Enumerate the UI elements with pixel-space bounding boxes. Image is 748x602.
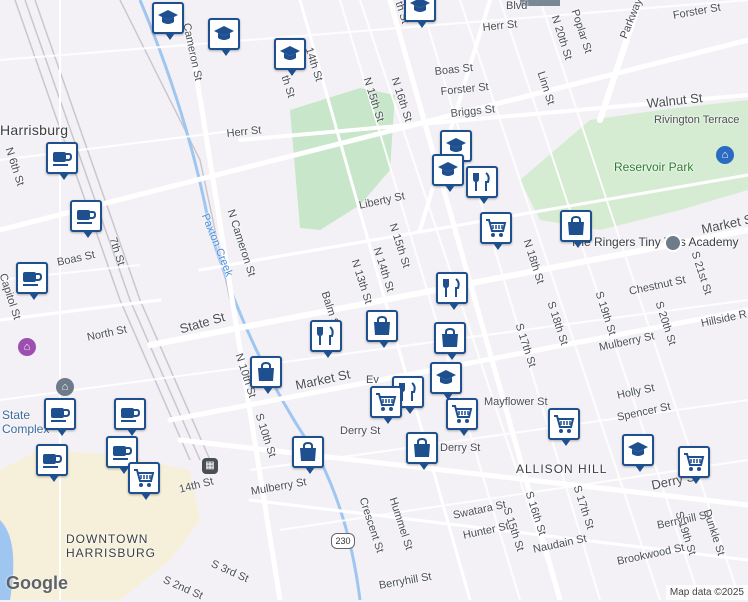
google-logo: Google [6, 573, 68, 593]
cafe-icon [74, 204, 98, 228]
restaurant-icon [440, 276, 464, 300]
shopping-icon [370, 314, 394, 338]
school-icon [278, 42, 302, 66]
cafe-icon [118, 402, 142, 426]
map-attribution[interactable]: Map data ©2025 [665, 585, 748, 600]
map-pin-school[interactable] [622, 434, 654, 472]
shopping-icon [296, 440, 320, 464]
district-downtown: DOWNTOWN HARRISBURG [66, 532, 156, 560]
shopping-icon [410, 436, 434, 460]
street-derry: Derry St [340, 425, 381, 437]
pin-marker-icon[interactable] [664, 234, 682, 252]
street-rivington: Rivington Terrace [654, 114, 740, 126]
cafe-icon [40, 448, 64, 472]
map-pin-shopping[interactable] [434, 322, 466, 360]
shopping-icon [438, 326, 462, 350]
map-pin-grocery[interactable] [446, 398, 478, 436]
shopping-icon [254, 360, 278, 384]
school-icon [212, 22, 236, 46]
school-icon [434, 366, 458, 390]
school-icon [436, 158, 460, 182]
district-downtown-line1: DOWNTOWN [66, 532, 149, 546]
grocery-icon [682, 450, 706, 474]
route-shield: 230 [331, 533, 355, 549]
map-pin-grocery[interactable] [370, 386, 402, 424]
map-pin-grocery[interactable] [480, 212, 512, 250]
map-pin-restaurant[interactable] [310, 320, 342, 358]
complex-label: State Complex [2, 408, 49, 436]
grocery-icon [132, 466, 156, 490]
map-pin-shopping[interactable] [366, 310, 398, 348]
grocery-icon [484, 216, 508, 240]
map-pin-school[interactable] [208, 18, 240, 56]
grocery-icon [374, 390, 398, 414]
district-downtown-line2: HARRISBURG [66, 546, 157, 560]
school-icon [156, 6, 180, 30]
map-pin-shopping[interactable] [406, 432, 438, 470]
map-pin-school[interactable] [404, 0, 436, 28]
street-evergreen: Ev [366, 374, 379, 386]
street-mayflower: Mayflower St [484, 396, 548, 408]
map-pin-cafe[interactable] [16, 262, 48, 300]
restaurant-icon [314, 324, 338, 348]
complex-label-2: Complex [2, 422, 50, 436]
map-pin-restaurant[interactable] [466, 166, 498, 204]
map-pin-cafe[interactable] [46, 142, 78, 180]
map-pin-school[interactable] [152, 2, 184, 40]
cafe-icon [48, 402, 72, 426]
place-tiny-tots[interactable]: The Ringers Tiny Tots Academy [570, 235, 739, 249]
grocery-icon [450, 402, 474, 426]
cafe-icon [110, 440, 134, 464]
map-pin-restaurant[interactable] [436, 272, 468, 310]
cafe-icon [20, 266, 44, 290]
map-pin-school[interactable] [274, 38, 306, 76]
map-pin-cafe[interactable] [70, 200, 102, 238]
street-derry2: Derry St [440, 442, 481, 454]
cafe-icon [50, 146, 74, 170]
landmark-icon[interactable]: ⌂ [56, 378, 74, 396]
map-pin-cafe[interactable] [44, 398, 76, 436]
restaurant-icon [470, 170, 494, 194]
map-pin-school[interactable] [432, 154, 464, 192]
map-pin-cafe[interactable] [36, 444, 68, 482]
map-pin-shopping[interactable] [560, 210, 592, 248]
shopping-icon [564, 214, 588, 238]
map-pin-grocery[interactable] [678, 446, 710, 484]
museum-icon[interactable]: ⌂ [18, 338, 36, 356]
map-pin-cafe[interactable] [114, 398, 146, 436]
map-pin-school[interactable] [430, 362, 462, 400]
map-pin-grocery[interactable] [548, 408, 580, 446]
place-reservoir-park[interactable]: Reservoir Park [614, 160, 693, 174]
place-harrisburg: Harrisburg [0, 122, 69, 138]
school-icon [626, 438, 650, 462]
museum-icon[interactable]: ⌂ [716, 146, 734, 164]
map-pin-grocery[interactable] [128, 462, 160, 500]
school-icon [408, 0, 432, 18]
train-station-icon[interactable]: ▦ [202, 458, 218, 474]
district-allison-hill: ALLISON HILL [516, 462, 608, 476]
grocery-icon [552, 412, 576, 436]
street-blvd: Blvd [506, 0, 528, 12]
map-pin-shopping[interactable] [292, 436, 324, 474]
map-pin-shopping[interactable] [250, 356, 282, 394]
complex-label-1: State [2, 408, 31, 422]
